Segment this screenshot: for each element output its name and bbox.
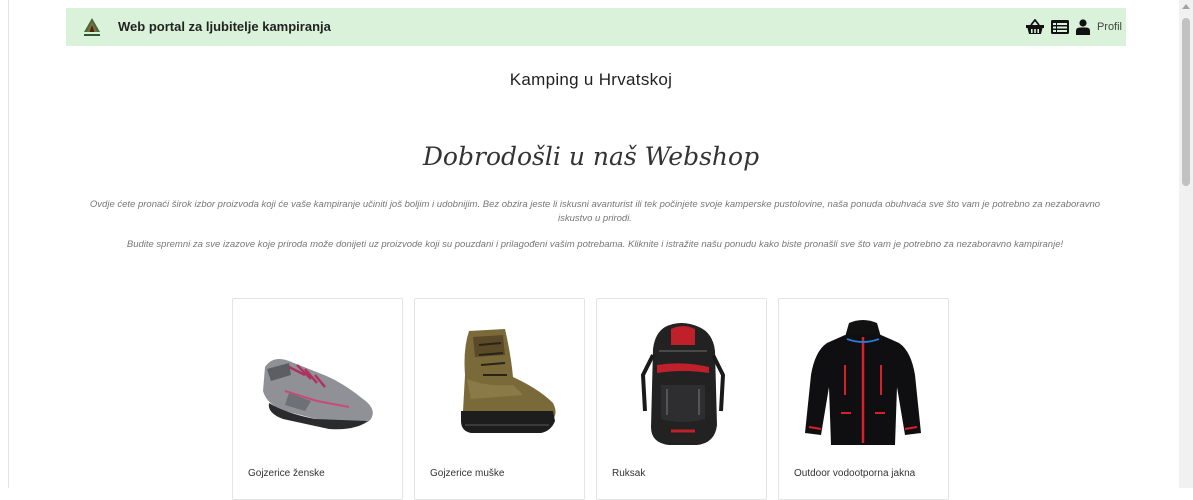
product-name[interactable]: Ruksak xyxy=(612,468,645,479)
product-name[interactable]: Gojzerice ženske xyxy=(248,468,325,479)
waterproof-jacket-image[interactable] xyxy=(791,315,935,455)
intro-paragraph-1: Ovdje ćete pronaći širok izbor proizvoda… xyxy=(89,199,1101,224)
nav-icons: Profil xyxy=(1025,8,1122,46)
womens-hiking-shoe-image[interactable] xyxy=(245,315,389,455)
basket-icon[interactable] xyxy=(1025,19,1044,35)
product-name[interactable]: Outdoor vodootporna jakna xyxy=(794,468,915,479)
page-title: Kamping u Hrvatskoj xyxy=(509,70,673,89)
list-icon[interactable] xyxy=(1050,20,1069,34)
welcome-heading: Dobrodošli u naš Webshop xyxy=(422,142,760,171)
product-card[interactable]: Ruksak xyxy=(596,298,767,500)
scroll-up-arrow[interactable] xyxy=(1182,4,1190,9)
brand-title[interactable]: Web portal za ljubitelje kampiranja xyxy=(118,8,331,46)
user-icon[interactable] xyxy=(1075,19,1090,35)
product-name[interactable]: Gojzerice muške xyxy=(430,468,504,479)
mens-hiking-boot-image[interactable] xyxy=(427,315,571,455)
product-card[interactable]: Outdoor vodootporna jakna xyxy=(778,298,949,500)
product-card[interactable]: Gojzerice muške xyxy=(414,298,585,500)
intro-paragraph-2: Budite spremni za sve izazove koje priro… xyxy=(126,239,1064,250)
product-card[interactable]: Gojzerice ženske xyxy=(232,298,403,500)
camping-logo-icon[interactable] xyxy=(82,15,102,39)
backpack-image[interactable] xyxy=(609,315,753,455)
top-navbar: Web portal za ljubitelje kampiranja Prof… xyxy=(66,8,1126,46)
scrollbar-thumb[interactable] xyxy=(1182,18,1190,186)
profile-link[interactable]: Profil xyxy=(1097,21,1122,33)
